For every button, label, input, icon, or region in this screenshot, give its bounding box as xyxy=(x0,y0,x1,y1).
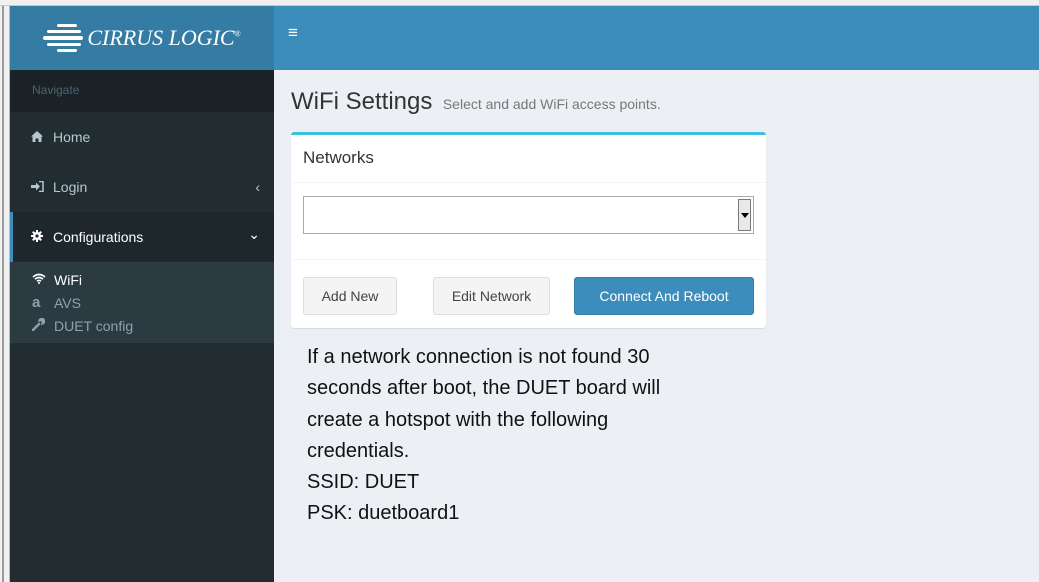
info-line: create a hotspot with the following xyxy=(307,408,609,431)
networks-box-footer: Add New Edit Network Connect And Reboot xyxy=(291,259,766,328)
sidebar-item-label: WiFi xyxy=(54,271,82,288)
page-title: WiFi Settings xyxy=(291,88,433,115)
login-icon xyxy=(31,180,53,195)
sidebar: Navigate Home Login ‹ Configurations ⌄ W… xyxy=(10,70,274,582)
info-line: credentials. xyxy=(307,439,410,462)
sidebar-item-label: Login xyxy=(53,179,88,195)
sidebar-item-label: DUET config xyxy=(54,317,134,334)
sidebar-submenu: WiFi a AVS DUET config xyxy=(10,262,274,343)
top-navbar: ≡ xyxy=(274,6,1039,70)
dropdown-arrow-icon[interactable] xyxy=(738,199,751,231)
page-subtitle: Select and add WiFi access points. xyxy=(442,96,661,112)
sidebar-item-label: AVS xyxy=(54,294,81,311)
add-new-button[interactable]: Add New xyxy=(303,277,397,315)
sidebar-item-label: Home xyxy=(53,129,91,145)
sidebar-item-home[interactable]: Home xyxy=(10,112,274,162)
brand-name: CIRRUS LOGIC® xyxy=(87,25,241,50)
sidebar-item-wifi[interactable]: WiFi xyxy=(10,268,274,291)
chevron-left-icon: ‹ xyxy=(255,179,260,195)
networks-box: Networks Add New Edit Network Connect An… xyxy=(291,132,766,328)
page-header: WiFi Settings Select and add WiFi access… xyxy=(291,88,661,116)
home-icon xyxy=(31,130,53,145)
sidebar-item-label: Configurations xyxy=(53,229,144,245)
networks-box-header: Networks xyxy=(291,135,766,183)
ssid-text: SSID: DUET xyxy=(307,471,420,494)
wrench-icon xyxy=(31,317,54,334)
networks-title: Networks xyxy=(303,148,374,167)
wifi-icon xyxy=(32,272,54,287)
hamburger-icon[interactable]: ≡ xyxy=(288,22,306,44)
sidebar-item-login[interactable]: Login ‹ xyxy=(10,162,274,212)
sidebar-item-avs[interactable]: a AVS xyxy=(10,291,274,314)
cirrus-logo-icon xyxy=(43,22,85,54)
edit-network-button[interactable]: Edit Network xyxy=(433,277,550,315)
window-left-edge xyxy=(0,6,10,582)
psk-text: PSK: duetboard1 xyxy=(307,502,460,525)
info-line: If a network connection is not found 30 xyxy=(307,346,650,368)
amazon-icon: a xyxy=(32,294,41,311)
connect-and-reboot-button[interactable]: Connect And Reboot xyxy=(574,277,754,315)
sidebar-header: Navigate xyxy=(10,70,274,112)
sidebar-item-configurations[interactable]: Configurations ⌄ xyxy=(10,212,274,262)
gear-icon xyxy=(31,229,53,245)
sidebar-item-duet-config[interactable]: DUET config xyxy=(10,314,274,337)
chevron-down-icon: ⌄ xyxy=(248,226,260,242)
info-line: seconds after boot, the DUET board will xyxy=(307,377,661,400)
hotspot-info: If a network connection is not found 30 … xyxy=(307,342,767,530)
network-select[interactable] xyxy=(303,196,754,234)
brand-logo[interactable]: CIRRUS LOGIC® xyxy=(10,6,274,70)
